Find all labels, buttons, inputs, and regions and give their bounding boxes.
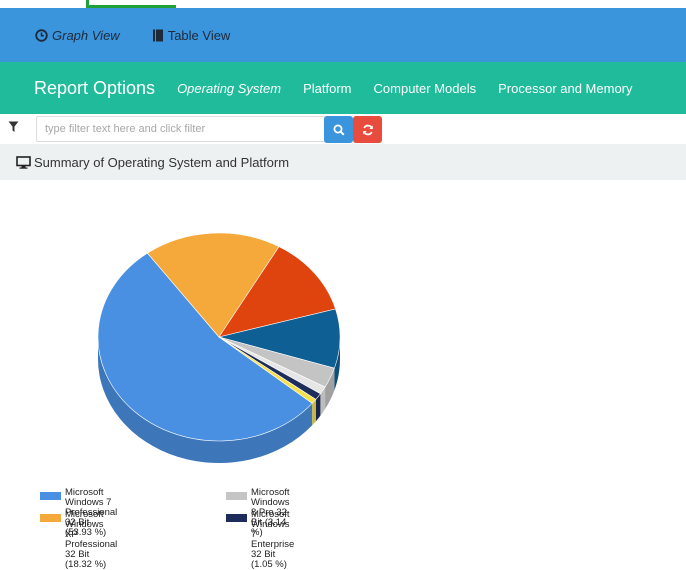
clock-icon bbox=[35, 28, 48, 42]
legend-item: Microsoft Windows 7 Enterprise 32 Bit (1.… bbox=[226, 510, 294, 570]
legend-label-line1: Microsoft Windows 7 Enterprise bbox=[251, 509, 295, 550]
filter-bar bbox=[0, 114, 686, 144]
nav-item-operating-system[interactable]: Operating System bbox=[177, 81, 281, 96]
legend-swatch bbox=[226, 492, 247, 500]
report-options-title: Report Options bbox=[34, 77, 156, 98]
summary-title: Summary of Operating System and Platform bbox=[34, 154, 290, 170]
report-options-navbar: Report Options Operating System Platform… bbox=[0, 62, 686, 114]
graph-view-button[interactable]: Graph View bbox=[35, 28, 120, 43]
table-view-label: Table View bbox=[167, 27, 231, 43]
nav-item-computer-models[interactable]: Computer Models bbox=[374, 81, 477, 96]
chart-area bbox=[0, 180, 686, 529]
filter-reset-button[interactable] bbox=[353, 116, 382, 143]
legend-label-line2: 32 Bit (18.32 %) bbox=[65, 549, 107, 570]
legend-swatch bbox=[40, 514, 61, 522]
legend-label-line1: Microsoft Windows XP Professional bbox=[65, 509, 118, 550]
legend-swatch bbox=[226, 514, 247, 522]
legend-label-line2: 32 Bit (1.05 %) bbox=[251, 549, 287, 570]
legend-item: Microsoft Windows XP Professional 32 Bit … bbox=[40, 510, 117, 570]
active-tab-indicator bbox=[86, 0, 176, 8]
view-toolbar: Graph View Table View bbox=[0, 8, 686, 62]
filter-icon bbox=[8, 121, 19, 132]
refresh-icon bbox=[362, 124, 373, 135]
filter-search-button[interactable] bbox=[324, 116, 353, 143]
nav-item-platform[interactable]: Platform bbox=[303, 81, 351, 96]
legend-swatch bbox=[40, 492, 61, 500]
summary-header: Summary of Operating System and Platform bbox=[0, 144, 686, 180]
monitor-icon bbox=[16, 155, 31, 169]
filter-input[interactable] bbox=[36, 116, 326, 142]
table-view-button[interactable]: Table View bbox=[152, 27, 231, 43]
graph-view-label: Graph View bbox=[52, 27, 120, 43]
search-icon bbox=[333, 124, 345, 136]
nav-item-processor-and-memory[interactable]: Processor and Memory bbox=[498, 81, 632, 96]
book-icon bbox=[152, 29, 163, 41]
